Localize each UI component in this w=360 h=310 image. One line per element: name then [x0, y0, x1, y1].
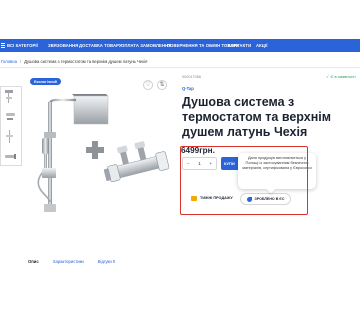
- stock-status: ✓ Є в наявності: [326, 74, 356, 79]
- product-page: ВСІ КАТЕГОРІЇ ЗВЯЗОВАННЯ ДОСТАВКА ТОВАРУ…: [0, 0, 360, 310]
- nav-item-delivery[interactable]: ДОСТАВКА ТОВАРУ: [79, 43, 122, 48]
- nav-item-contacts[interactable]: КОНТАКТИ: [228, 43, 251, 48]
- heart-icon[interactable]: ♡: [143, 80, 153, 90]
- breadcrumb-separator: /: [19, 59, 22, 64]
- nav-all-categories[interactable]: ВСІ КАТЕГОРІЇ: [7, 43, 38, 48]
- thumbnail-image[interactable]: [3, 149, 19, 165]
- main-nav: ВСІ КАТЕГОРІЇ ЗВЯЗОВАННЯ ДОСТАВКА ТОВАРУ…: [0, 39, 360, 52]
- eco-badge: Екологічний: [30, 78, 61, 85]
- menu-icon[interactable]: [1, 43, 5, 48]
- thumbnail-image[interactable]: [3, 109, 19, 125]
- thumbnail-strip: [0, 86, 22, 166]
- thumbnail-image[interactable]: [3, 129, 19, 145]
- product-sku: 000017066: [182, 75, 202, 79]
- nav-item-contacting[interactable]: ЗВЯЗОВАННЯ: [48, 43, 78, 48]
- divider: [0, 67, 360, 68]
- tab-description[interactable]: Опис: [28, 259, 39, 264]
- thumbnail-image[interactable]: [3, 89, 19, 105]
- nav-item-payment[interactable]: ОПЛАТА ЗАМОВЛЕННЯ: [121, 43, 171, 48]
- breadcrumb: Головна / Душова система з термостатом та …: [1, 59, 147, 64]
- highlight-box: [180, 146, 308, 215]
- product-brand[interactable]: Q-Tap: [182, 86, 194, 91]
- breadcrumb-current: Душова система з термостатом та верхнім …: [24, 59, 148, 64]
- nav-item-promotions[interactable]: АКЦІЇ: [256, 43, 267, 48]
- compare-icon[interactable]: ⇅: [157, 80, 167, 90]
- breadcrumb-home[interactable]: Головна: [1, 59, 17, 64]
- product-tabs: Опис Характеристики Відгуки 0: [28, 259, 115, 264]
- product-title: Душова система з термостатом та верхнім …: [182, 95, 331, 139]
- tab-reviews[interactable]: Відгуки 0: [98, 259, 115, 264]
- product-image: [37, 94, 170, 212]
- tab-characteristics[interactable]: Характеристики: [53, 259, 84, 264]
